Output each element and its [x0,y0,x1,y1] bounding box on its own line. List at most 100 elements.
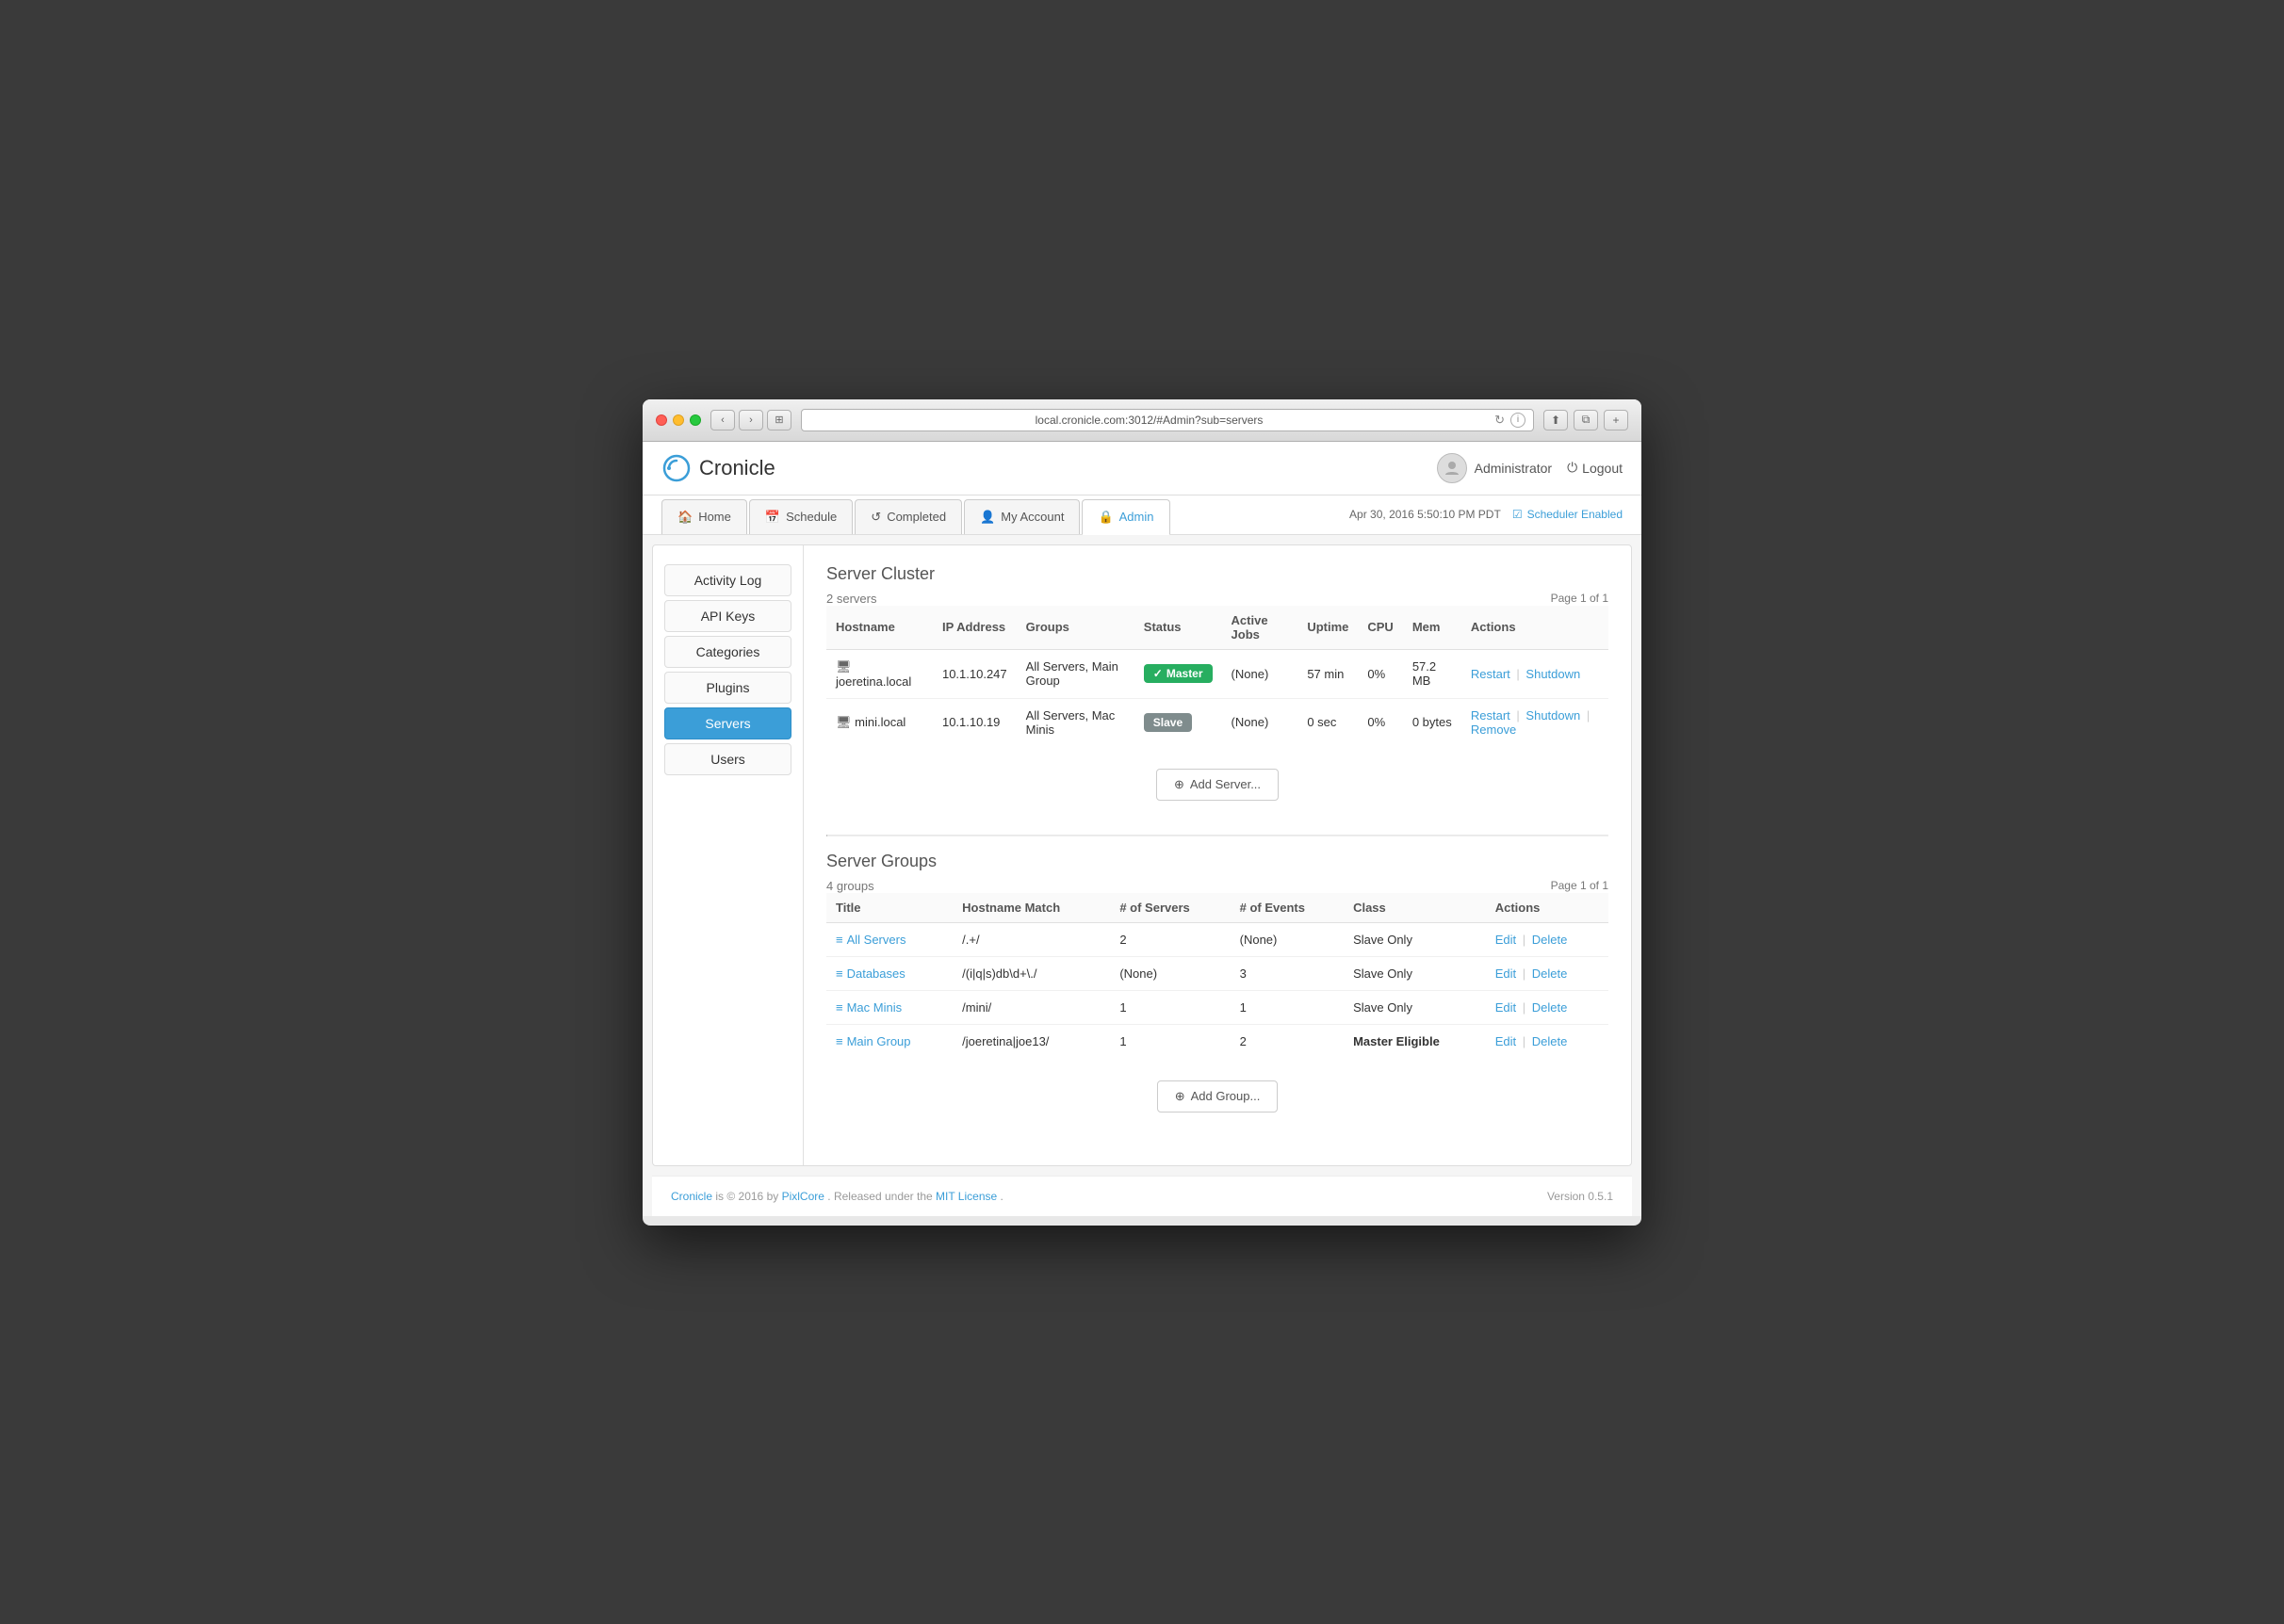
tab-schedule-label: Schedule [786,510,837,524]
minimize-dot[interactable] [673,414,684,426]
sidebar-plugins-label: Plugins [707,680,750,695]
delete-group-4[interactable]: Delete [1532,1034,1568,1048]
back-button[interactable]: ‹ [710,410,735,430]
sidebar-item-plugins[interactable]: Plugins [664,672,791,704]
tab-completed[interactable]: ↺ Completed [855,499,962,534]
app-nav: 🏠 Home 📅 Schedule ↺ Completed 👤 My Accou… [643,495,1641,535]
duplicate-button[interactable]: ⧉ [1574,410,1598,430]
edit-group-4[interactable]: Edit [1495,1034,1516,1048]
group-actions-4: Edit | Delete [1486,1024,1608,1058]
sidebar-item-activity-log[interactable]: Activity Log [664,564,791,596]
group-class-1: Slave Only [1344,922,1486,956]
remove-link-2[interactable]: Remove [1471,723,1516,737]
mac-minis-link[interactable]: ≡ Mac Minis [836,1000,902,1015]
delete-group-3[interactable]: Delete [1532,1000,1568,1015]
server-status-2: Slave [1134,698,1222,746]
group-events-4: 2 [1231,1024,1344,1058]
add-group-label: Add Group... [1191,1089,1261,1103]
sidebar-servers-label: Servers [705,716,750,731]
col-ip: IP Address [933,606,1017,650]
server-mem-1: 57.2 MB [1403,649,1461,698]
section-divider [826,835,1608,836]
server-actions-2: Restart | Shutdown | Remove [1461,698,1608,746]
maximize-dot[interactable] [690,414,701,426]
username: Administrator [1475,461,1552,476]
tab-schedule[interactable]: 📅 Schedule [749,499,853,534]
close-dot[interactable] [656,414,667,426]
server-ip-2: 10.1.10.19 [933,698,1017,746]
new-tab-button[interactable]: + [1604,410,1628,430]
logout-button[interactable]: ⏻ Logout [1567,460,1623,476]
server-hostname-1: 🖥 joeretina.local [826,649,933,698]
group-servers-2: (None) [1110,956,1230,990]
group-title-1: ≡ All Servers [826,922,953,956]
footer-company-link[interactable]: PixlCore [782,1190,824,1203]
add-server-button[interactable]: ⊕ Add Server... [1156,769,1279,801]
edit-group-1[interactable]: Edit [1495,933,1516,947]
app-footer: Cronicle is © 2016 by PixlCore . Release… [652,1176,1632,1216]
browser-dots [656,414,701,426]
sidebar-item-servers[interactable]: Servers [664,707,791,739]
group-events-2: 3 [1231,956,1344,990]
group-icon-1: ≡ [836,933,843,947]
app-content: Cronicle Administrator ⏻ Logout [643,442,1641,1216]
tab-home[interactable]: 🏠 Home [661,499,747,534]
header-right: Administrator ⏻ Logout [1437,453,1623,483]
add-server-label: Add Server... [1190,777,1261,791]
edit-group-3[interactable]: Edit [1495,1000,1516,1015]
main-group-link[interactable]: ≡ Main Group [836,1034,911,1048]
restart-link-2[interactable]: Restart [1471,708,1510,723]
sidebar-item-users[interactable]: Users [664,743,791,775]
table-row: ≡ Databases /(i|q|s)db\d+\./ (None) 3 Sl… [826,956,1608,990]
tab-myaccount[interactable]: 👤 My Account [964,499,1080,534]
servers-table-header: Hostname IP Address Groups Status Active… [826,606,1608,650]
footer-cronicle-link[interactable]: Cronicle [671,1190,712,1203]
master-badge: ✓ Master [1144,664,1213,683]
view-button[interactable]: ⊞ [767,410,791,430]
shutdown-link-2[interactable]: Shutdown [1525,708,1580,723]
databases-link[interactable]: ≡ Databases [836,966,905,981]
reload-icon[interactable]: ↻ [1494,413,1505,428]
group-servers-3: 1 [1110,990,1230,1024]
server-cpu-1: 0% [1358,649,1402,698]
delete-group-1[interactable]: Delete [1532,933,1568,947]
group-class-3: Slave Only [1344,990,1486,1024]
forward-button[interactable]: › [739,410,763,430]
shutdown-link-1[interactable]: Shutdown [1525,667,1580,681]
edit-group-2[interactable]: Edit [1495,966,1516,981]
url-bar[interactable]: local.cronicle.com:3012/#Admin?sub=serve… [801,409,1534,431]
tab-admin[interactable]: 🔒 Admin [1082,499,1169,535]
table-row: 🖥 joeretina.local 10.1.10.247 All Server… [826,649,1608,698]
server-cpu-2: 0% [1358,698,1402,746]
scheduler-status: ☑ Scheduler Enabled [1512,508,1623,521]
all-servers-link[interactable]: ≡ All Servers [836,933,905,947]
server-ip-1: 10.1.10.247 [933,649,1017,698]
group-hostname-1: /.+/ [953,922,1110,956]
group-icon-3: ≡ [836,1000,843,1015]
sidebar-item-api-keys[interactable]: API Keys [664,600,791,632]
sidebar-categories-label: Categories [696,644,760,659]
delete-group-2[interactable]: Delete [1532,966,1568,981]
groups-page-info: Page 1 of 1 [1551,879,1608,892]
group-actions-3: Edit | Delete [1486,990,1608,1024]
restart-link-1[interactable]: Restart [1471,667,1510,681]
table-row: ≡ Main Group /joeretina|joe13/ 1 2 Maste… [826,1024,1608,1058]
group-hostname-3: /mini/ [953,990,1110,1024]
tab-admin-label: Admin [1119,510,1154,524]
footer-license-link[interactable]: MIT License [936,1190,997,1203]
col-actions: Actions [1461,606,1608,650]
col-uptime: Uptime [1297,606,1358,650]
add-group-button[interactable]: ⊕ Add Group... [1157,1080,1279,1112]
col-status: Status [1134,606,1222,650]
home-icon: 🏠 [677,510,693,525]
info-icon[interactable]: i [1510,413,1525,428]
datetime: Apr 30, 2016 5:50:10 PM PDT [1349,508,1501,521]
server-groups-title: Server Groups [826,852,1608,871]
browser-titlebar: ‹ › ⊞ local.cronicle.com:3012/#Admin?sub… [643,399,1641,442]
main-layout: Activity Log API Keys Categories Plugins… [652,544,1632,1166]
col-num-servers: # of Servers [1110,893,1230,923]
sidebar-item-categories[interactable]: Categories [664,636,791,668]
server-icon-1: 🖥 [836,659,852,674]
share-button[interactable]: ⬆ [1543,410,1568,430]
server-cluster-title: Server Cluster [826,564,1608,584]
